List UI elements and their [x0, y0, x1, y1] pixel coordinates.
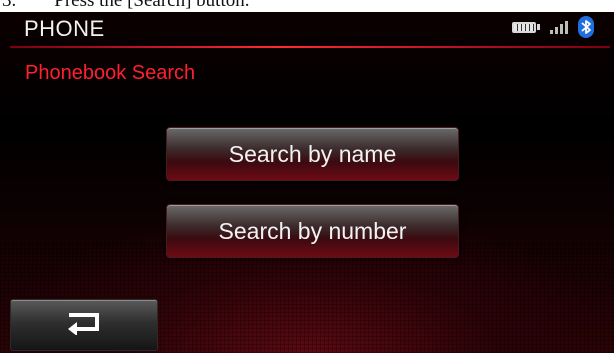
- back-button[interactable]: [10, 299, 158, 351]
- instruction-caption: 3. Press the [Search] button.: [0, 0, 614, 12]
- instruction-text: 3. Press the [Search] button.: [2, 0, 250, 11]
- section-title: Phonebook Search: [25, 62, 196, 84]
- battery-icon: [512, 21, 540, 33]
- page-title: PHONE: [24, 16, 105, 41]
- status-bar: [512, 15, 594, 39]
- signal-icon: [550, 20, 568, 34]
- bluetooth-icon: [578, 16, 594, 38]
- phone-screen: PHONE Phonebook Search Search by name Se…: [0, 12, 614, 353]
- header-divider: [10, 46, 610, 48]
- search-by-number-button[interactable]: Search by number: [166, 204, 459, 258]
- search-by-name-button[interactable]: Search by name: [166, 127, 459, 181]
- return-arrow-icon: [65, 311, 103, 340]
